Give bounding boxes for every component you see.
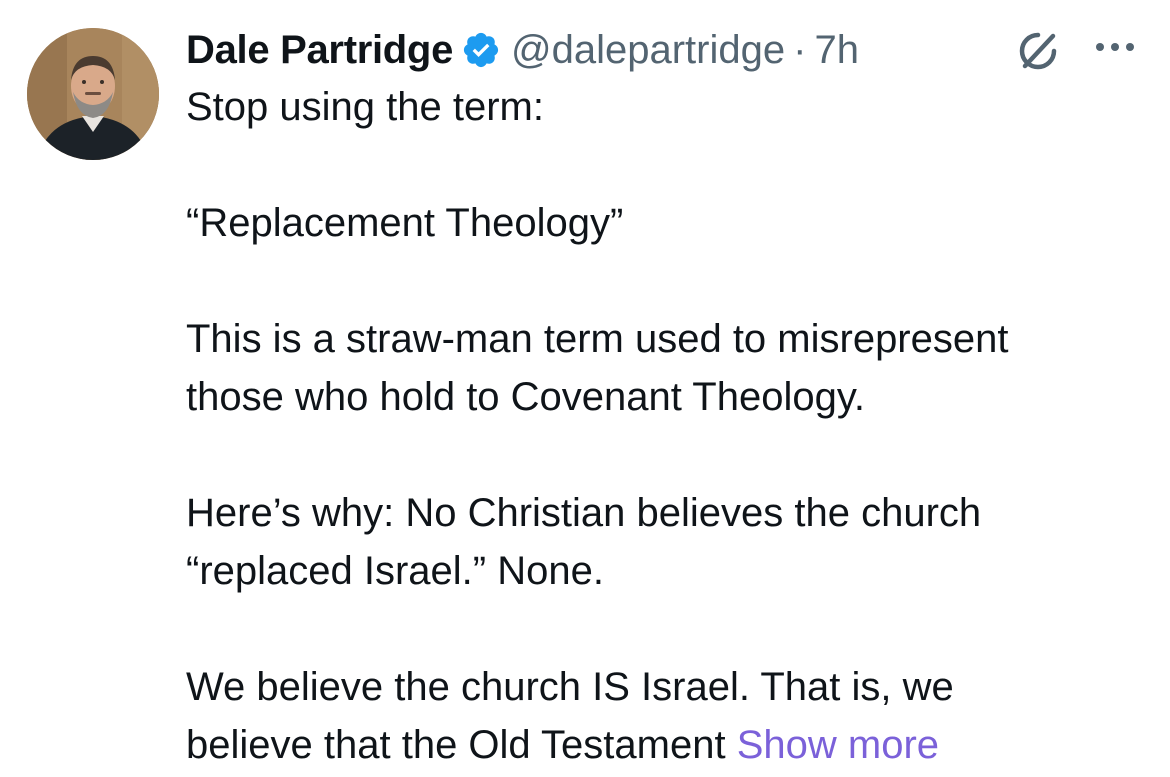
avatar[interactable]	[27, 28, 159, 160]
tweet-line: “replaced Israel.” None.	[186, 549, 604, 593]
tweet-line: “Replacement Theology”	[186, 201, 624, 245]
author-handle[interactable]: @dalepartridge	[511, 28, 785, 73]
verified-badge-icon[interactable]	[461, 30, 501, 70]
tweet-line-text: believe that the Old Testament	[186, 723, 726, 767]
tweet-line: This is a straw-man term used to misrepr…	[186, 317, 1009, 361]
show-more-link[interactable]: Show more	[737, 723, 939, 767]
tweet-line: Here’s why: No Christian believes the ch…	[186, 491, 982, 535]
tweet-header: Dale Partridge @dalepartridge · 7h	[186, 22, 859, 78]
more-options-icon[interactable]	[1090, 36, 1140, 58]
tweet-text: Stop using the term: “Replacement Theolo…	[186, 78, 1146, 774]
separator-dot: ·	[793, 27, 807, 72]
grok-icon[interactable]	[1013, 26, 1063, 76]
timestamp[interactable]: 7h	[814, 28, 859, 73]
tweet-line: We believe the church IS Israel. That is…	[186, 665, 954, 709]
tweet-line: Stop using the term:	[186, 85, 544, 129]
avatar-image	[27, 28, 159, 160]
tweet-last-line: believe that the Old Testament Show more	[186, 716, 1146, 774]
tweet-line: those who hold to Covenant Theology.	[186, 375, 865, 419]
tweet: Dale Partridge @dalepartridge · 7h Stop …	[0, 0, 1170, 777]
display-name[interactable]: Dale Partridge	[186, 28, 453, 73]
